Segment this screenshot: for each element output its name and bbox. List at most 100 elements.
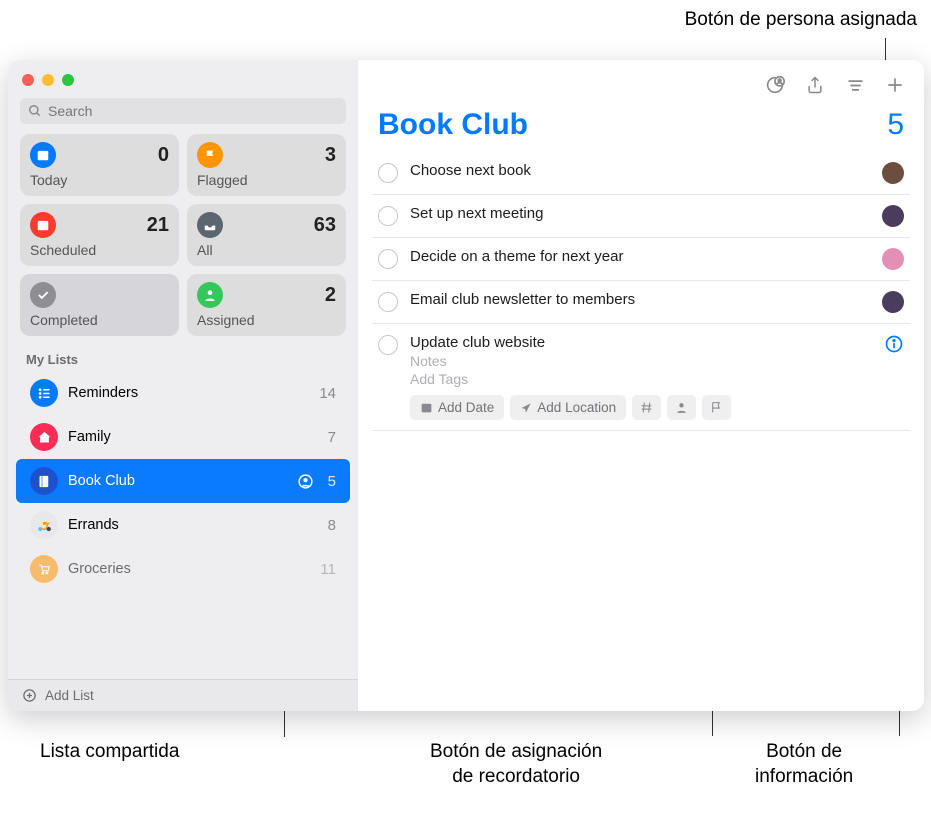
window-controls: [8, 60, 358, 94]
callout-assignee: Botón de persona asignada: [685, 8, 917, 33]
list-name: Reminders: [68, 385, 309, 401]
user-lists: Reminders 14 Family 7 Book Club 5: [8, 371, 358, 679]
complete-radio[interactable]: [378, 206, 398, 226]
list-item-reminders[interactable]: Reminders 14: [16, 371, 350, 415]
search-icon: [28, 104, 42, 118]
list-name: Book Club: [68, 473, 287, 489]
share-sheet-button[interactable]: [804, 74, 826, 96]
shared-icon: [297, 473, 314, 490]
list-item-groceries[interactable]: Groceries 11: [16, 547, 350, 591]
sidebar: 0 Today 3 Flagged: [8, 60, 358, 711]
list-title: Book Club: [378, 108, 528, 142]
reminder-title: Email club newsletter to members: [410, 291, 870, 308]
reminder-title: Update club website: [410, 334, 872, 351]
callout-assign-reminder: Botón de asignación de recordatorio: [430, 740, 602, 789]
search-field[interactable]: [20, 98, 346, 124]
smart-count: 0: [158, 144, 169, 167]
toolbar: [358, 60, 924, 102]
smart-count: 3: [325, 144, 336, 167]
list-item-book-club[interactable]: Book Club 5: [16, 459, 350, 503]
reminder-row[interactable]: Set up next meeting: [372, 195, 910, 238]
share-list-button[interactable]: [764, 74, 786, 96]
notes-field[interactable]: Notes: [410, 353, 872, 369]
assignee-avatar[interactable]: [882, 291, 904, 313]
add-location-button[interactable]: Add Location: [510, 395, 626, 420]
list-name: Family: [68, 429, 318, 445]
home-icon: [30, 423, 58, 451]
reminders-list: Choose next book Set up next meeting Dec…: [358, 152, 924, 431]
reminder-title: Set up next meeting: [410, 205, 870, 222]
complete-radio[interactable]: [378, 163, 398, 183]
calendar-icon: [420, 401, 433, 414]
smart-list-completed[interactable]: Completed: [20, 274, 179, 336]
reminder-row[interactable]: Choose next book: [372, 152, 910, 195]
add-tag-button[interactable]: [632, 395, 661, 420]
main-panel: Book Club 5 Choose next book Set up next…: [358, 60, 924, 711]
smart-list-flagged[interactable]: 3 Flagged: [187, 134, 346, 196]
callout-info: Botón de información: [755, 740, 853, 789]
smart-label: Scheduled: [30, 242, 169, 258]
smart-label: Today: [30, 172, 169, 188]
reminder-row[interactable]: Decide on a theme for next year: [372, 238, 910, 281]
section-header-my-lists: My Lists: [8, 346, 358, 371]
list-item-family[interactable]: Family 7: [16, 415, 350, 459]
app-window: 0 Today 3 Flagged: [8, 60, 924, 711]
smart-label: Flagged: [197, 172, 336, 188]
zoom-window-button[interactable]: [62, 74, 74, 86]
cart-icon: [30, 555, 58, 583]
chip-label: Add Date: [438, 400, 494, 415]
view-options-button[interactable]: [844, 74, 866, 96]
reminder-title: Decide on a theme for next year: [410, 248, 870, 265]
scooter-icon: [30, 511, 58, 539]
minimize-window-button[interactable]: [42, 74, 54, 86]
list-item-errands[interactable]: Errands 8: [16, 503, 350, 547]
flag-reminder-button[interactable]: [702, 395, 731, 420]
callout-shared-list: Lista compartida: [40, 740, 179, 765]
smart-count: 63: [314, 214, 336, 237]
add-list-button[interactable]: Add List: [8, 679, 358, 711]
check-icon: [30, 282, 56, 308]
list-count: 14: [319, 385, 336, 402]
flag-icon: [197, 142, 223, 168]
reminder-row-expanded[interactable]: Update club website Notes Add Tags Add D…: [372, 324, 910, 431]
complete-radio[interactable]: [378, 335, 398, 355]
smart-label: Assigned: [197, 312, 336, 328]
new-reminder-button[interactable]: [884, 74, 906, 96]
smart-list-assigned[interactable]: 2 Assigned: [187, 274, 346, 336]
location-icon: [520, 402, 532, 414]
assign-reminder-button[interactable]: [667, 395, 696, 420]
reminder-row[interactable]: Email club newsletter to members: [372, 281, 910, 324]
smart-count: 21: [147, 214, 169, 237]
smart-list-scheduled[interactable]: 21 Scheduled: [20, 204, 179, 266]
list-count: 7: [328, 429, 336, 446]
info-button[interactable]: [884, 334, 904, 354]
add-list-label: Add List: [45, 688, 94, 703]
person-icon: [197, 282, 223, 308]
complete-radio[interactable]: [378, 292, 398, 312]
list-count: 11: [320, 561, 336, 578]
reminder-title: Choose next book: [410, 162, 870, 179]
chip-label: Add Location: [537, 400, 616, 415]
smart-label: All: [197, 242, 336, 258]
add-date-button[interactable]: Add Date: [410, 395, 504, 420]
list-icon: [30, 379, 58, 407]
assignee-avatar[interactable]: [882, 162, 904, 184]
calendar-icon: [30, 212, 56, 238]
close-window-button[interactable]: [22, 74, 34, 86]
list-reminder-count: 5: [887, 108, 904, 142]
assignee-avatar[interactable]: [882, 248, 904, 270]
add-tags-field[interactable]: Add Tags: [410, 371, 872, 387]
book-icon: [30, 467, 58, 495]
assignee-avatar[interactable]: [882, 205, 904, 227]
list-name: Groceries: [68, 561, 310, 577]
plus-circle-icon: [22, 688, 37, 703]
smart-list-today[interactable]: 0 Today: [20, 134, 179, 196]
smart-list-all[interactable]: 63 All: [187, 204, 346, 266]
search-input[interactable]: [48, 103, 338, 119]
calendar-icon: [30, 142, 56, 168]
list-count: 8: [328, 517, 336, 534]
complete-radio[interactable]: [378, 249, 398, 269]
flag-icon: [710, 401, 723, 414]
hash-icon: [640, 401, 653, 414]
smart-label: Completed: [30, 312, 169, 328]
